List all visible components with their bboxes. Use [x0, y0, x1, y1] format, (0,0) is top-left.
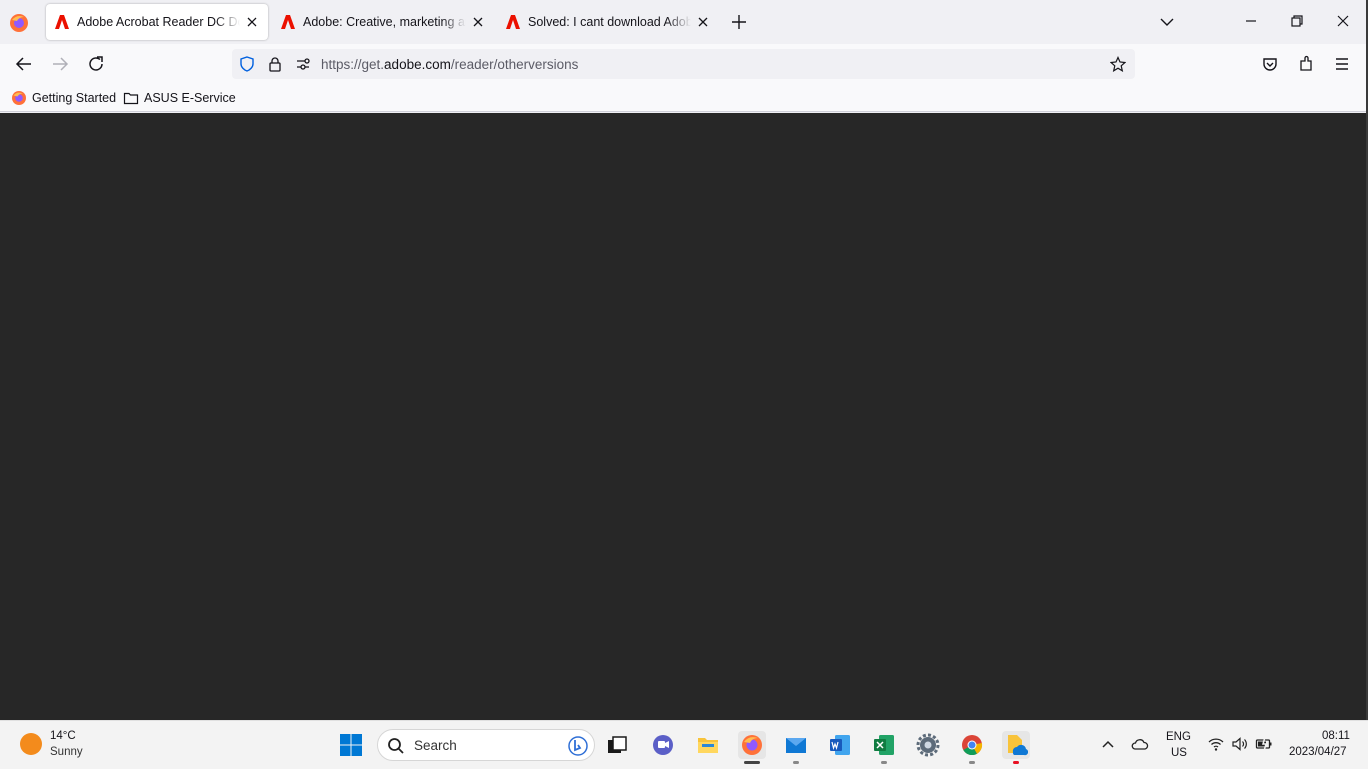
clock-time[interactable]: 08:11	[1322, 730, 1350, 742]
bookmarks-toolbar: Getting Started ASUS E-Service	[0, 84, 1368, 112]
bookmark-label: ASUS E-Service	[144, 91, 236, 105]
bing-icon[interactable]	[568, 736, 588, 756]
start-button[interactable]	[337, 731, 365, 759]
firefox-icon	[742, 735, 762, 755]
tab-solved-cant-download[interactable]: Solved: I cant download Adobe Reader	[497, 4, 719, 40]
extensions-icon[interactable]	[1297, 55, 1315, 73]
url-prefix: https://get.	[321, 57, 385, 72]
page-content[interactable]	[0, 113, 1366, 720]
firefox-icon	[12, 91, 26, 105]
running-indicator	[969, 761, 975, 764]
close-tab-icon[interactable]	[470, 14, 486, 30]
language-indicator[interactable]: ENG	[1166, 731, 1191, 743]
close-window-icon[interactable]	[1335, 13, 1351, 29]
search-placeholder: Search	[414, 738, 457, 753]
chrome-icon	[962, 735, 983, 756]
url-domain: adobe.com	[384, 57, 451, 72]
firefox-taskbar-button[interactable]	[738, 731, 766, 764]
chat-icon	[653, 735, 673, 755]
mail-icon	[786, 738, 806, 753]
tab-title: Adobe: Creative, marketing and document …	[303, 15, 466, 29]
forward-icon[interactable]	[51, 55, 69, 73]
new-tab-icon[interactable]	[730, 13, 748, 31]
word-icon	[830, 735, 850, 755]
taskbar: 14°C Sunny Search ENG US 08:11 2023/04/2…	[0, 720, 1368, 769]
task-view-button[interactable]	[603, 731, 631, 759]
tab-title: Adobe Acrobat Reader DC Download	[77, 15, 240, 29]
bookmark-label: Getting Started	[32, 91, 117, 105]
firefox-menu-icon[interactable]	[8, 12, 30, 34]
close-tab-icon[interactable]	[695, 14, 711, 30]
sun-icon[interactable]	[20, 733, 42, 755]
url-path: /reader/otherversions	[450, 57, 579, 72]
teams-chat-button[interactable]	[649, 731, 677, 759]
bookmark-asus-e-service[interactable]: ASUS E-Service	[123, 90, 236, 106]
running-indicator	[1013, 761, 1019, 764]
taskbar-search[interactable]: Search	[377, 729, 595, 761]
running-indicator	[793, 761, 799, 764]
list-all-tabs-icon[interactable]	[1159, 14, 1175, 30]
permissions-icon[interactable]	[295, 56, 311, 72]
windows-icon	[340, 734, 362, 756]
excel-icon	[874, 735, 894, 755]
settings-button[interactable]	[914, 731, 942, 759]
adobe-icon	[281, 15, 295, 29]
back-icon[interactable]	[15, 55, 33, 73]
volume-icon[interactable]	[1231, 735, 1249, 753]
adobe-icon	[506, 15, 520, 29]
weather-temperature[interactable]: 14°C	[50, 730, 76, 742]
reload-icon[interactable]	[87, 55, 105, 73]
excel-button[interactable]	[870, 731, 898, 764]
file-explorer-button[interactable]	[694, 731, 722, 759]
tab-title: Solved: I cant download Adobe Reader	[528, 15, 691, 29]
word-button[interactable]	[826, 731, 854, 759]
pocket-icon[interactable]	[1261, 55, 1279, 73]
folder-icon	[123, 92, 139, 105]
tab-adobe-reader-download[interactable]: Adobe Acrobat Reader DC Download	[46, 4, 268, 40]
file-download-button[interactable]	[1002, 731, 1030, 764]
search-icon	[388, 738, 404, 754]
mail-button[interactable]	[782, 731, 810, 764]
tab-adobe-creative[interactable]: Adobe: Creative, marketing and document …	[272, 4, 494, 40]
lock-icon[interactable]	[267, 56, 283, 72]
battery-charging-icon[interactable]	[1255, 735, 1273, 753]
bookmark-getting-started[interactable]: Getting Started	[11, 90, 116, 106]
chrome-button[interactable]	[958, 731, 986, 764]
gear-icon	[916, 733, 940, 757]
running-indicator	[881, 761, 887, 764]
url-text[interactable]: https://get.adobe.com/reader/otherversio…	[321, 57, 578, 72]
cloud-file-icon	[1008, 735, 1028, 756]
minimize-icon[interactable]	[1243, 13, 1259, 29]
chevron-up-icon[interactable]	[1099, 735, 1117, 753]
tracking-protection-shield-icon[interactable]	[239, 56, 255, 72]
folder-icon	[698, 738, 718, 753]
running-indicator	[744, 761, 760, 764]
tab-bar: Adobe Acrobat Reader DC Download Adobe: …	[0, 0, 1368, 44]
clock-date[interactable]: 2023/04/27	[1289, 746, 1347, 758]
language-region[interactable]: US	[1171, 747, 1187, 759]
url-bar[interactable]: https://get.adobe.com/reader/otherversio…	[232, 49, 1135, 79]
weather-description[interactable]: Sunny	[50, 746, 83, 758]
wifi-icon[interactable]	[1207, 735, 1225, 753]
adobe-icon	[55, 15, 69, 29]
bookmark-star-icon[interactable]	[1110, 56, 1126, 72]
task-view-icon	[608, 736, 627, 753]
restore-icon[interactable]	[1289, 13, 1305, 29]
menu-icon[interactable]	[1333, 55, 1351, 73]
close-tab-icon[interactable]	[244, 14, 260, 30]
onedrive-cloud-icon[interactable]	[1131, 735, 1149, 753]
